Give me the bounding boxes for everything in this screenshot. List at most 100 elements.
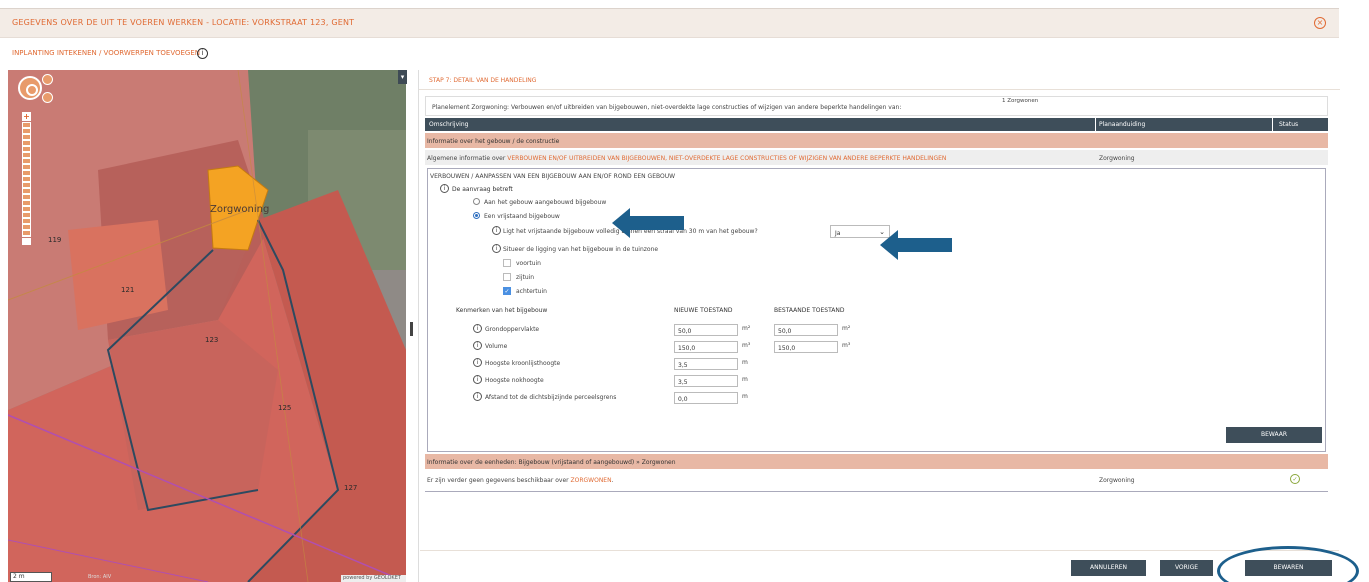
char-label: Hoogste nokhoogte bbox=[485, 377, 544, 384]
section-row-units[interactable]: Informatie over de eenheden: Bijgebouw (… bbox=[425, 454, 1328, 469]
detail-form: VERBOUWEN / AANPASSEN VAN EEN BIJGEBOUW … bbox=[427, 168, 1326, 452]
step-header: STAP 7: DETAIL VAN DE HANDELING bbox=[419, 70, 1340, 90]
map-canvas bbox=[8, 70, 406, 582]
checkbox-voortuin[interactable] bbox=[503, 259, 511, 267]
parcel-label: 121 bbox=[121, 286, 135, 294]
no-data-suffix: . bbox=[611, 477, 614, 484]
location-pin-icon[interactable] bbox=[42, 92, 53, 103]
table-row[interactable]: Algemene informatie over VERBOUWEN EN/OF… bbox=[425, 150, 1328, 165]
close-icon[interactable]: × bbox=[1314, 17, 1326, 29]
garden-option-label: achtertuin bbox=[516, 288, 547, 295]
planelement-text: Planelement Zorgwoning: Verbouwen en/of … bbox=[432, 104, 902, 111]
footer-divider bbox=[420, 550, 1339, 551]
bewaar-button[interactable]: BEWAAR bbox=[1226, 427, 1322, 443]
general-info-plan: Zorgwoning bbox=[1099, 155, 1135, 162]
rotate-icon[interactable] bbox=[42, 74, 53, 85]
unit: m³ bbox=[742, 342, 751, 349]
info-icon[interactable]: i bbox=[492, 226, 501, 235]
col-existing-state: BESTAANDE TOESTAND bbox=[774, 307, 845, 314]
col-omschrijving: Omschrijving bbox=[429, 121, 469, 128]
volume-existing-input[interactable]: 150,0 bbox=[774, 341, 838, 353]
col-new-state: NIEUWE TOESTAND bbox=[674, 307, 733, 314]
parcel-label: 123 bbox=[205, 336, 219, 344]
within-30m-value: Ja bbox=[835, 230, 841, 237]
window-title: GEGEVENS OVER DE UIT TE VOEREN WERKEN - … bbox=[12, 18, 355, 27]
parcel-label: 125 bbox=[278, 404, 292, 412]
section-label: Informatie over de eenheden: Bijgebouw (… bbox=[427, 459, 676, 466]
unit: m² bbox=[842, 325, 851, 332]
volume-new-input[interactable]: 150,0 bbox=[674, 341, 738, 353]
parcel-label: 119 bbox=[48, 236, 62, 244]
feature-label: Zorgwoning bbox=[210, 204, 270, 215]
info-icon[interactable]: i bbox=[492, 244, 501, 253]
unit: m bbox=[742, 359, 748, 366]
nokhoogte-new-input[interactable]: 3,5 bbox=[674, 375, 738, 387]
grondoppervlakte-new-input[interactable]: 50,0 bbox=[674, 324, 738, 336]
info-icon[interactable]: i bbox=[440, 184, 449, 193]
section-row-building[interactable]: Informatie over het gebouw / de construc… bbox=[425, 133, 1328, 148]
panel-splitter[interactable] bbox=[410, 322, 413, 336]
status-ok-icon: ✓ bbox=[1290, 474, 1300, 484]
map-view[interactable]: 119 121 123 125 127 Zorgwoning + 2 m Bro… bbox=[8, 70, 406, 582]
annuleren-button[interactable]: ANNULEREN bbox=[1071, 560, 1146, 576]
zoom-slider[interactable] bbox=[22, 122, 31, 237]
section-label: Informatie over het gebouw / de construc… bbox=[427, 138, 560, 145]
radio-attached[interactable] bbox=[473, 198, 480, 205]
checkbox-achtertuin[interactable]: ✓ bbox=[503, 287, 511, 295]
info-icon[interactable]: i bbox=[473, 324, 482, 333]
annotation-arrow-left-icon bbox=[880, 230, 952, 260]
planelement-sup: 1 Zorgwonen bbox=[1002, 98, 1039, 104]
q-situate-label: Situeer de ligging van het bijgebouw in … bbox=[503, 246, 659, 253]
checkbox-zijtuin[interactable] bbox=[503, 273, 511, 281]
option-attached-label: Aan het gebouw aangebouwd bijgebouw bbox=[484, 199, 607, 206]
info-icon[interactable]: i bbox=[473, 358, 482, 367]
parcel-label: 127 bbox=[344, 484, 358, 492]
grondoppervlakte-existing-input[interactable]: 50,0 bbox=[774, 324, 838, 336]
collapse-map-button[interactable]: ▾ bbox=[398, 70, 407, 84]
zoom-in-button[interactable]: + bbox=[22, 112, 31, 121]
pan-control-icon[interactable] bbox=[18, 76, 42, 100]
general-info-link[interactable]: VERBOUWEN EN/OF UITBREIDEN VAN BIJGEBOUW… bbox=[507, 155, 946, 162]
info-icon[interactable]: i bbox=[473, 375, 482, 384]
app-window: GEGEVENS OVER DE UIT TE VOEREN WERKEN - … bbox=[0, 0, 1369, 582]
planelement-box: Planelement Zorgwoning: Verbouwen en/of … bbox=[425, 96, 1328, 116]
characteristics-label: Kenmerken van het bijgebouw bbox=[456, 307, 548, 314]
unit: m³ bbox=[842, 342, 851, 349]
sub-header-title: INPLANTING INTEKENEN / VOORWERPEN TOEVOE… bbox=[12, 49, 201, 57]
char-label: Afstand tot de dichtsbijzijnde perceelsg… bbox=[485, 394, 617, 401]
option-detached-label: Een vrijstaand bijgebouw bbox=[484, 213, 560, 220]
detail-heading: VERBOUWEN / AANPASSEN VAN EEN BIJGEBOUW … bbox=[430, 173, 676, 180]
unit: m² bbox=[742, 325, 751, 332]
unit: m bbox=[742, 376, 748, 383]
char-label: Volume bbox=[485, 343, 508, 350]
info-icon[interactable]: i bbox=[473, 341, 482, 350]
garden-option-label: zijtuin bbox=[516, 274, 535, 281]
col-status: Status bbox=[1279, 121, 1299, 128]
garden-option-label: voortuin bbox=[516, 260, 541, 267]
no-data-plan: Zorgwoning bbox=[1099, 477, 1135, 484]
unit: m bbox=[742, 393, 748, 400]
map-powered-by: powered by GEOLOKET bbox=[341, 575, 406, 582]
annotation-arrow-left-icon bbox=[612, 208, 684, 238]
info-icon[interactable]: i bbox=[473, 392, 482, 401]
radio-detached[interactable] bbox=[473, 212, 480, 219]
general-info-prefix: Algemene informatie over bbox=[427, 155, 508, 162]
step-title: STAP 7: DETAIL VAN DE HANDELING bbox=[429, 77, 537, 84]
scale-bar: 2 m bbox=[10, 572, 52, 582]
no-data-link[interactable]: ZORGWONEN bbox=[571, 477, 612, 484]
afstand-new-input[interactable]: 0,0 bbox=[674, 392, 738, 404]
table-row: Er zijn verder geen gegevens beschikbaar… bbox=[425, 470, 1328, 490]
char-label: Grondoppervlakte bbox=[485, 326, 540, 333]
map-copyright: Bron: AIV bbox=[88, 574, 112, 580]
kroonlijsthoogte-new-input[interactable]: 3,5 bbox=[674, 358, 738, 370]
vorige-button[interactable]: VORIGE bbox=[1160, 560, 1213, 576]
zoom-out-button[interactable] bbox=[22, 238, 31, 245]
question-label: De aanvraag betreft bbox=[452, 186, 513, 193]
col-planaanduiding: Planaanduiding bbox=[1099, 121, 1146, 128]
window-titlebar: GEGEVENS OVER DE UIT TE VOEREN WERKEN - … bbox=[0, 8, 1339, 38]
detail-panel: STAP 7: DETAIL VAN DE HANDELING Planelem… bbox=[418, 70, 1340, 582]
table-header: Omschrijving Planaanduiding Status bbox=[425, 118, 1328, 131]
info-icon[interactable]: i bbox=[197, 48, 208, 59]
char-label: Hoogste kroonlijsthoogte bbox=[485, 360, 561, 367]
no-data-prefix: Er zijn verder geen gegevens beschikbaar… bbox=[427, 477, 571, 484]
